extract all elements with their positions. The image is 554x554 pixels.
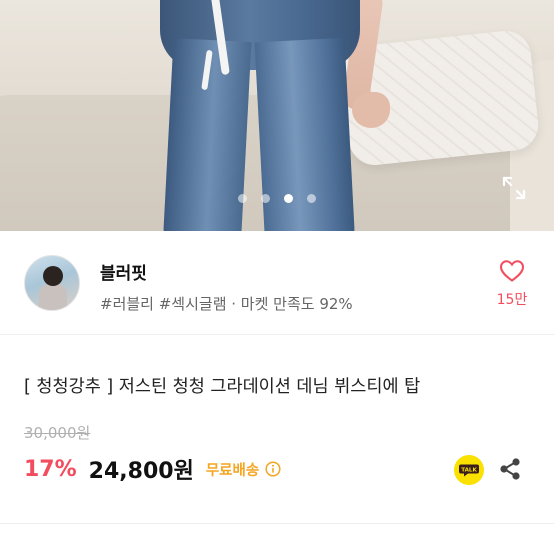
seller-tags: #러블리 #섹시글램 · 마켓 만족도 92% <box>100 295 353 313</box>
pagination-dot[interactable] <box>238 194 247 203</box>
section-divider <box>0 335 554 343</box>
seller-row[interactable]: 블러핏 #러블리 #섹시글램 · 마켓 만족도 92% 15만 <box>0 231 554 335</box>
heart-icon <box>499 260 525 282</box>
seller-name[interactable]: 블러핏 <box>100 259 147 284</box>
free-shipping-badge: 무료배송 <box>205 462 260 479</box>
seller-avatar[interactable] <box>24 255 80 311</box>
pagination-dot[interactable] <box>307 194 316 203</box>
discount-rate: 17% <box>24 456 77 482</box>
sale-price: 24,800원 <box>88 459 194 484</box>
kakao-talk-icon[interactable]: TALK <box>454 455 484 485</box>
price-row: 17% 24,800원 무료배송 <box>24 452 281 486</box>
bottom-divider <box>0 523 554 524</box>
share-icon[interactable] <box>498 457 522 481</box>
info-icon[interactable] <box>265 461 281 477</box>
like-count: 15만 <box>496 292 528 308</box>
product-title: [ 청청강추 ] 저스틴 청청 그라데이션 데님 뷔스티에 탑 <box>24 377 421 397</box>
product-image[interactable] <box>0 0 554 231</box>
kakao-talk-label: TALK <box>461 468 477 474</box>
original-price: 30,000원 <box>24 424 91 442</box>
expand-icon[interactable] <box>500 174 528 202</box>
pagination-dot[interactable] <box>261 194 270 203</box>
like-button[interactable]: 15만 <box>494 259 530 309</box>
pagination-dot-active[interactable] <box>284 194 293 203</box>
gallery-pagination <box>0 194 554 204</box>
